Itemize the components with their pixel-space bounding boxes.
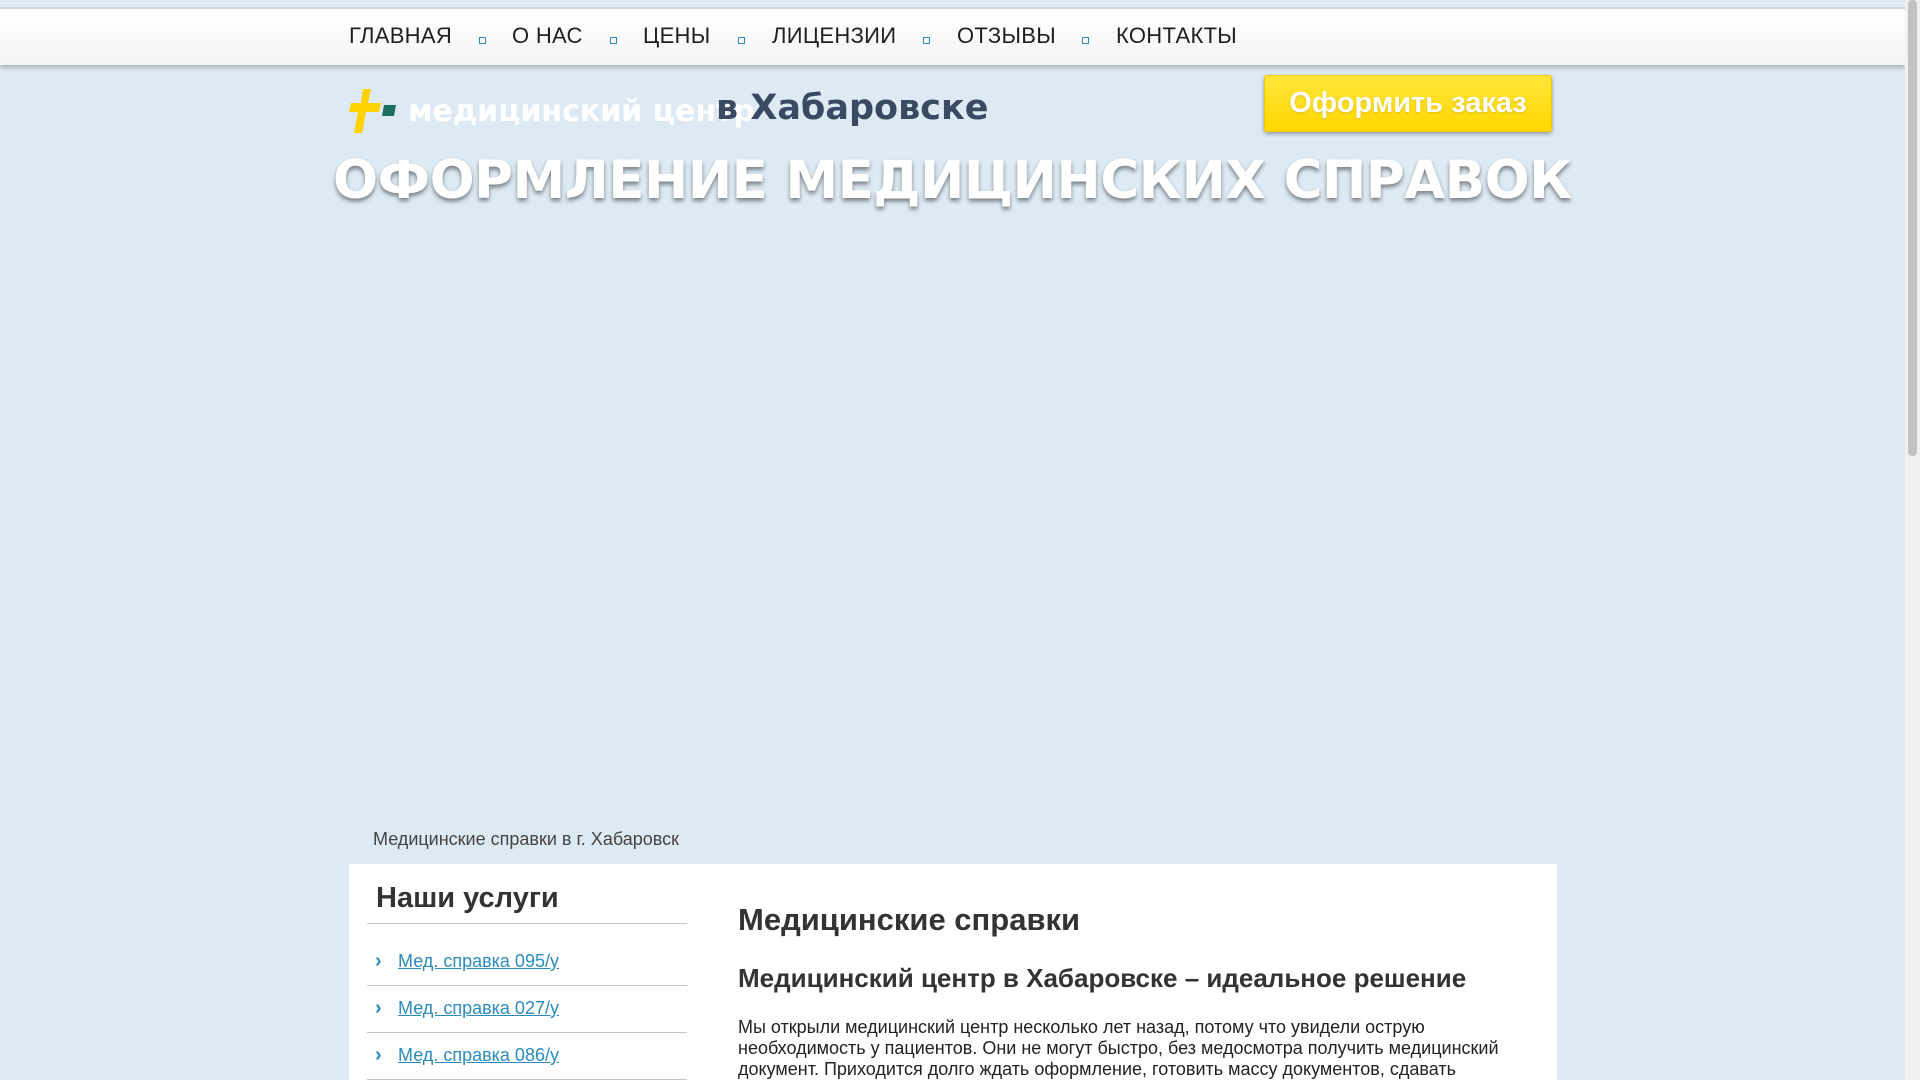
nav-item-home[interactable]: ГЛАВНАЯ [349, 9, 452, 65]
nav-separator [1082, 37, 1089, 44]
chevron-right-icon: › [375, 1044, 382, 1066]
nav-separator [479, 37, 486, 44]
sidebar-divider [367, 1032, 687, 1033]
nav-item-reviews[interactable]: ОТЗЫВЫ [957, 9, 1056, 65]
nav-separator [923, 37, 930, 44]
order-button[interactable]: Оформить заказ [1264, 75, 1552, 132]
sidebar-divider [367, 923, 687, 924]
breadcrumb: Медицинские справки в г. Хабаровск [373, 829, 679, 849]
logo-text-city[interactable]: в Хабаровске [716, 88, 988, 128]
chevron-right-icon: › [375, 997, 382, 1019]
medical-cross-logo-icon[interactable] [349, 89, 397, 133]
sidebar-divider [367, 985, 687, 986]
top-navigation: ГЛАВНАЯ О НАС ЦЕНЫ ЛИЦЕНЗИИ ОТЗЫВЫ КОНТА… [0, 7, 1905, 65]
nav-item-about[interactable]: О НАС [512, 9, 583, 65]
main-subheading: Медицинский центр в Хабаровске – идеальн… [738, 963, 1467, 993]
nav-item-contacts[interactable]: КОНТАКТЫ [1116, 9, 1237, 65]
nav-separator [610, 37, 617, 44]
chevron-right-icon: › [375, 950, 382, 972]
sidebar-link-095[interactable]: Мед. справка 095/у [398, 951, 559, 972]
logo-text-medical-center[interactable]: медицинский центр [408, 94, 755, 129]
sidebar-title: Наши услуги [376, 882, 559, 914]
nav-item-licenses[interactable]: ЛИЦЕНЗИИ [772, 9, 896, 65]
nav-separator [738, 37, 745, 44]
hero-title: ОФОРМЛЕНИЕ МЕДИЦИНСКИХ СПРАВОК [332, 150, 1573, 211]
sidebar-link-027[interactable]: Мед. справка 027/у [398, 998, 559, 1019]
nav-item-prices[interactable]: ЦЕНЫ [643, 9, 711, 65]
main-heading: Медицинские справки [738, 902, 1081, 937]
sidebar-link-086[interactable]: Мед. справка 086/у [398, 1045, 559, 1066]
intro-paragraph: Мы открыли медицинский центр несколько л… [738, 1017, 1499, 1079]
scrollbar-thumb[interactable] [1908, 0, 1917, 456]
